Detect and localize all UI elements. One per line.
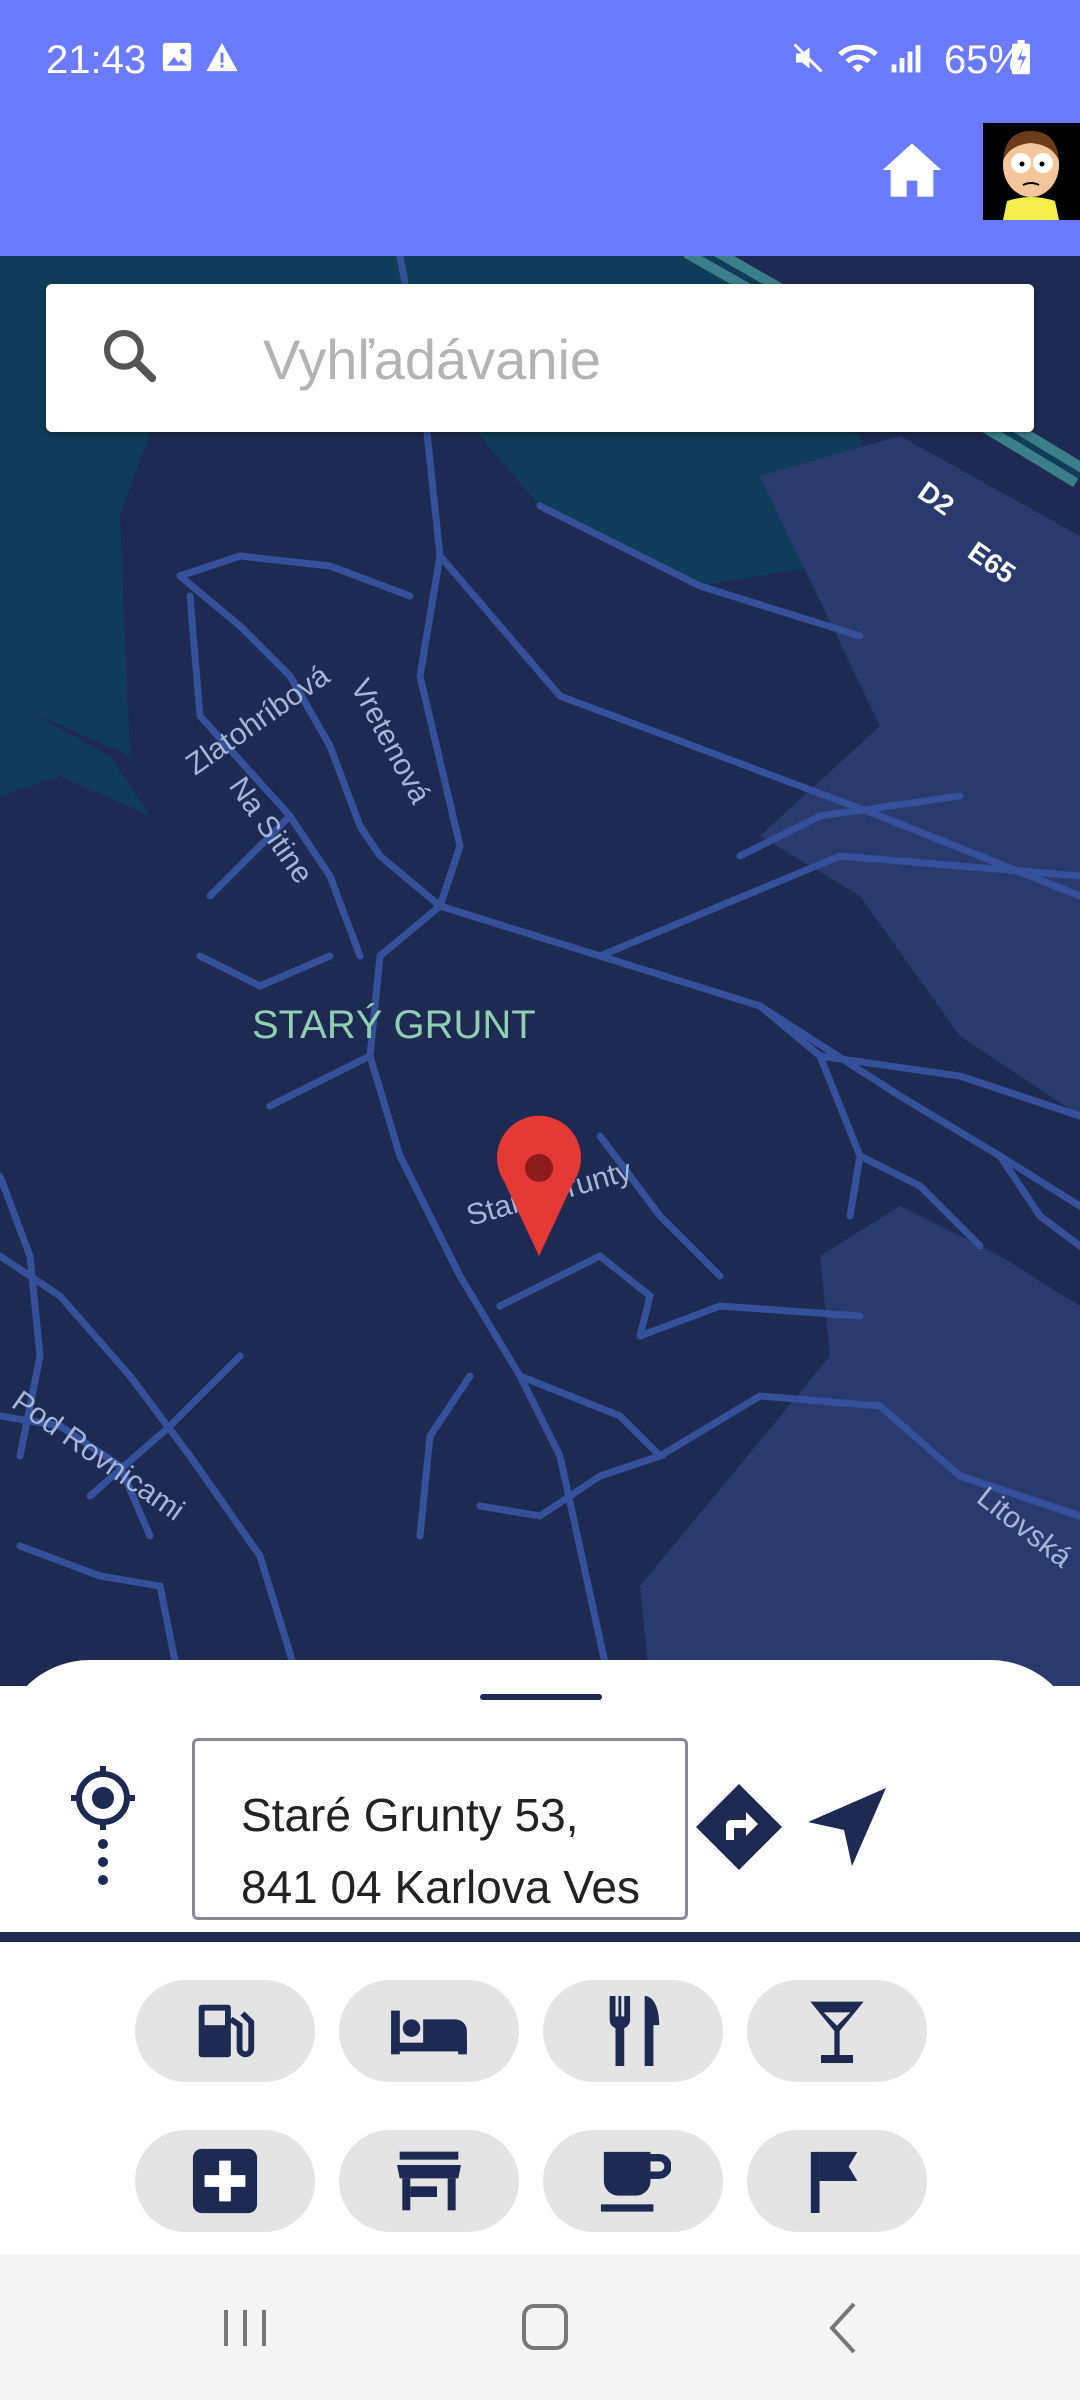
store-icon: [397, 2151, 461, 2211]
bar-icon: [810, 2001, 864, 2063]
directions-button[interactable]: [694, 1782, 784, 1872]
app-bar: 21:43 65%: [0, 0, 1080, 256]
bottom-sheet: Staré Grunty 53, 841 04 Karlova Ves: [0, 1660, 1080, 1940]
poi-flag-button[interactable]: [747, 2130, 927, 2232]
search-bar[interactable]: [46, 284, 1034, 432]
restaurant-icon: [609, 1996, 660, 2066]
sheet-drag-handle[interactable]: [480, 1694, 602, 1700]
sheet-divider: [0, 1932, 1080, 1942]
system-nav-bar: [0, 2254, 1080, 2400]
map-canvas[interactable]: Zlatohríbová Vretenová Na Sitine Staré G…: [0, 256, 1080, 1686]
poi-hotel-button[interactable]: [339, 1980, 519, 2082]
image-notification-icon: [162, 42, 192, 72]
poi-pharmacy-button[interactable]: [135, 2130, 315, 2232]
wifi-icon: [838, 44, 878, 73]
flag-icon: [810, 2151, 858, 2213]
home-button[interactable]: [880, 140, 944, 200]
district-label: STARÝ GRUNT: [252, 1002, 536, 1047]
avatar-image: [983, 123, 1080, 220]
avatar[interactable]: [983, 123, 1080, 220]
map-view[interactable]: Zlatohríbová Vretenová Na Sitine Staré G…: [0, 256, 1080, 1686]
pharmacy-icon: [192, 2148, 258, 2214]
back-icon[interactable]: [810, 2296, 880, 2360]
poi-cafe-button[interactable]: [543, 2130, 723, 2232]
my-location-button[interactable]: [68, 1760, 138, 1890]
navigate-button[interactable]: [800, 1782, 890, 1872]
warning-icon: [206, 42, 238, 72]
search-input[interactable]: [261, 318, 965, 400]
urban-block-se: [640, 1206, 1080, 1686]
battery-icon: [1012, 40, 1030, 75]
cafe-icon: [600, 2151, 671, 2212]
address-text: Staré Grunty 53, 841 04 Karlova Ves: [241, 1789, 640, 1913]
address-field[interactable]: Staré Grunty 53, 841 04 Karlova Ves: [192, 1738, 688, 1920]
gas-station-icon: [198, 2004, 255, 2058]
search-icon[interactable]: [98, 324, 160, 386]
mute-icon: [793, 43, 823, 73]
svg-text:Pod Rovnicami: Pod Rovnicami: [6, 1385, 190, 1528]
urban-block-ne: [760, 436, 1080, 1116]
poi-bar-button[interactable]: [747, 1980, 927, 2082]
signal-icon: [891, 45, 921, 73]
poi-gas-station-button[interactable]: [135, 1980, 315, 2082]
location-pin-icon[interactable]: [497, 1115, 581, 1256]
home-nav-icon[interactable]: [510, 2296, 580, 2360]
status-time: 21:43: [46, 38, 147, 82]
poi-store-button[interactable]: [339, 2130, 519, 2232]
poi-restaurant-button[interactable]: [543, 1980, 723, 2082]
hotel-icon: [391, 2010, 467, 2055]
recent-apps-icon[interactable]: [210, 2296, 280, 2360]
